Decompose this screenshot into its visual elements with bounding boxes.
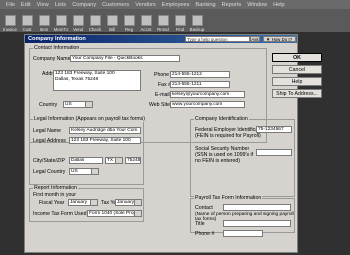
fiscal-year-label: Fiscal Year xyxy=(39,200,65,206)
ship-to-address-button[interactable]: Ship To Address... xyxy=(272,89,322,98)
payroll-phone-label: Phone # xyxy=(195,231,215,237)
menu-lists[interactable]: Lists xyxy=(55,2,67,8)
check-icon xyxy=(89,15,101,26)
title-field[interactable] xyxy=(223,220,291,227)
toolbar-account-button[interactable]: Accnt xyxy=(138,11,154,32)
toolbar-reminder-button[interactable]: Rmnd xyxy=(155,11,171,32)
web-site-label: Web Site xyxy=(149,102,170,108)
title-label: Title xyxy=(195,221,205,227)
company-information-dialog: Company Information Type a help question… xyxy=(24,34,322,253)
ssn-note-label-2: no FEIN is entered) xyxy=(195,158,240,164)
toolbar-memtx-button[interactable]: MemTx xyxy=(53,11,69,32)
legal-country-label: Legal Country xyxy=(33,169,66,175)
menu-employees[interactable]: Employees xyxy=(162,2,190,8)
legal-zip-field[interactable]: 75248 xyxy=(125,157,141,164)
bill-icon xyxy=(106,15,118,26)
cancel-button[interactable]: Cancel xyxy=(272,65,322,74)
income-tax-form-label: Income Tax Form Used xyxy=(33,211,87,217)
help-question-input[interactable]: Type a help question xyxy=(185,36,250,42)
country-select[interactable]: US xyxy=(63,101,93,108)
contact-field[interactable] xyxy=(223,204,291,211)
address-line-2: Dallas, Texas 75248 xyxy=(55,76,99,82)
toolbar-invoice-button[interactable]: Invoice xyxy=(2,11,18,32)
toolbar-customer-button[interactable]: Cust xyxy=(19,11,35,32)
register-icon xyxy=(123,15,135,26)
toolbar-backup-button[interactable]: Backup xyxy=(189,11,205,32)
menu-company[interactable]: Company xyxy=(72,2,96,8)
income-tax-form-select[interactable]: Form 1040 (Sole Proprietor) xyxy=(87,210,142,217)
customer-icon xyxy=(21,15,33,26)
payroll-phone-field[interactable] xyxy=(223,230,263,237)
menu-banking[interactable]: Banking xyxy=(195,2,215,8)
country-label: Country xyxy=(39,102,58,108)
menu-bar: File Edit View Lists Company Customers V… xyxy=(0,0,350,9)
how-do-i-button[interactable]: ▼ How Do I? xyxy=(263,36,296,42)
web-site-field[interactable]: www.yourcompany.com xyxy=(170,101,245,108)
contact-label: Contact xyxy=(195,205,213,211)
legal-country-select[interactable]: US xyxy=(69,168,99,175)
menu-window[interactable]: Window xyxy=(247,2,267,8)
toolbar: Invoice Cust Item MemTx Vend Check Bill … xyxy=(0,9,350,32)
legal-name-field[interactable]: Kelsey Audridge dba Your Com xyxy=(69,127,141,134)
ok-button[interactable]: OK xyxy=(272,53,322,62)
backup-icon xyxy=(191,15,203,26)
contact-information-label: Contact Information xyxy=(33,45,81,51)
email-label: E-mail xyxy=(155,92,170,98)
menu-file[interactable]: File xyxy=(6,2,15,8)
company-name-label: Company Name xyxy=(33,56,71,62)
menu-view[interactable]: View xyxy=(37,2,49,8)
legal-state-select[interactable]: TX xyxy=(105,157,123,164)
address-field[interactable]: 123 183 Freeway, Suite 100 Dallas, Texas… xyxy=(53,70,141,91)
toolbar-register-button[interactable]: Reg xyxy=(121,11,137,32)
help-button[interactable]: Help xyxy=(272,77,322,86)
menu-reports[interactable]: Reports xyxy=(222,2,242,8)
legal-address-field[interactable]: 123 183 Freeway, Suite 100 xyxy=(69,137,141,144)
ask-button[interactable]: Ask xyxy=(250,36,260,42)
legal-city-field[interactable]: Dallas xyxy=(69,157,103,164)
find-icon xyxy=(174,15,186,26)
company-name-field[interactable]: Your Company File - QuickBooks xyxy=(70,55,180,62)
fiscal-year-select[interactable]: January xyxy=(68,199,98,206)
ssn-field[interactable] xyxy=(256,149,292,156)
report-information-label: Report Information xyxy=(33,185,78,191)
menu-vendors[interactable]: Vendors xyxy=(135,2,156,8)
toolbar-vendor-button[interactable]: Vend xyxy=(70,11,86,32)
menu-edit[interactable]: Edit xyxy=(21,2,31,8)
phone-field[interactable]: 214-555-1212 xyxy=(170,71,230,78)
dialog-title: Company Information xyxy=(28,36,86,42)
memorized-transaction-icon xyxy=(55,15,67,26)
legal-information-label: Legal Information (Appears on payroll ta… xyxy=(33,116,147,122)
city-state-zip-label: City/State/ZIP xyxy=(33,158,65,164)
toolbar-find-button[interactable]: Find xyxy=(172,11,188,32)
fax-field[interactable]: 214-555-1211 xyxy=(170,81,230,88)
fein-field[interactable]: 75-1234567 xyxy=(256,126,292,133)
legal-address-label: Legal Address xyxy=(33,138,66,144)
dialog-title-bar: Company Information Type a help question… xyxy=(25,35,297,43)
toolbar-bill-button[interactable]: Bill xyxy=(104,11,120,32)
toolbar-check-button[interactable]: Check xyxy=(87,11,103,32)
email-field[interactable]: kelsey@yourcompany.com xyxy=(170,91,245,98)
vendor-icon xyxy=(72,15,84,26)
fein-note-label: (FEIN is required for Payroll) xyxy=(195,133,261,139)
account-icon xyxy=(140,15,152,26)
payroll-tax-form-label: Payroll Tax Form Information xyxy=(194,195,263,201)
menu-customers[interactable]: Customers xyxy=(102,2,129,8)
first-month-label: First month in your xyxy=(33,192,76,198)
invoice-icon xyxy=(4,15,16,26)
toolbar-item-button[interactable]: Item xyxy=(36,11,52,32)
reminder-icon xyxy=(157,15,169,26)
tax-year-select[interactable]: January xyxy=(115,199,142,206)
item-icon xyxy=(38,15,50,26)
menu-help[interactable]: Help xyxy=(273,2,285,8)
legal-name-label: Legal Name xyxy=(33,128,61,134)
company-identification-label: Company Identification xyxy=(194,116,249,122)
